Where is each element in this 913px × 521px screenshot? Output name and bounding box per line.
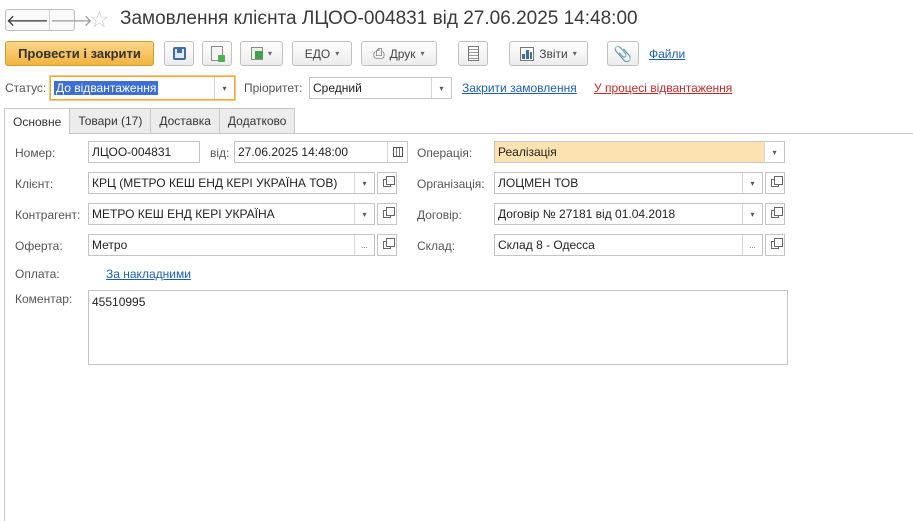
warehouse-value: Склад 8 - Одесса bbox=[498, 238, 595, 252]
create-based-on-button[interactable]: ▾ bbox=[240, 41, 283, 66]
select-ellipsis-button[interactable]: ... bbox=[742, 235, 762, 255]
chevron-down-icon[interactable]: ▾ bbox=[742, 173, 762, 193]
post-document-icon bbox=[211, 46, 225, 62]
tab-delivery[interactable]: Доставка bbox=[150, 108, 220, 133]
open-window-icon bbox=[771, 238, 783, 249]
in-shipping-status-link[interactable]: У процесі відвантаження bbox=[594, 81, 732, 95]
chevron-down-icon[interactable]: ▾ bbox=[764, 142, 784, 162]
back-arrow-icon[interactable]: 🡐 bbox=[6, 10, 49, 30]
offer-field[interactable]: Метро ... bbox=[88, 234, 375, 256]
contract-value: Договір № 27181 від 01.04.2018 bbox=[498, 207, 676, 221]
client-label: Клієнт: bbox=[15, 177, 54, 191]
report-icon bbox=[520, 46, 535, 61]
attach-files-button[interactable]: 📎 bbox=[607, 41, 639, 66]
favorite-star-icon[interactable]: ☆ bbox=[89, 6, 110, 32]
payment-label: Оплата: bbox=[15, 267, 60, 281]
open-window-icon bbox=[771, 176, 783, 187]
warehouse-label: Склад: bbox=[417, 239, 456, 253]
tab-bar: Основне Товари (17) Доставка Додатково bbox=[4, 108, 296, 134]
open-counterparty-button[interactable] bbox=[377, 203, 397, 225]
open-client-button[interactable] bbox=[377, 172, 397, 194]
chevron-down-icon: ▾ bbox=[420, 49, 425, 58]
priority-label: Пріоритет: bbox=[244, 81, 303, 95]
paperclip-icon: 📎 bbox=[613, 45, 633, 63]
files-link[interactable]: Файли bbox=[649, 47, 685, 61]
date-label: від: bbox=[210, 146, 230, 160]
tab-divider bbox=[4, 133, 913, 134]
history-nav: 🡐 🡒 bbox=[5, 9, 93, 31]
tab-main[interactable]: Основне bbox=[4, 108, 71, 134]
offer-label: Оферта: bbox=[15, 239, 63, 253]
organization-field[interactable]: ЛОЦМЕН ТОВ ▾ bbox=[494, 172, 763, 194]
date-field[interactable]: 27.06.2025 14:48:00 bbox=[234, 141, 408, 163]
status-select[interactable]: До відвантаження ▾ bbox=[50, 76, 235, 100]
chevron-down-icon[interactable]: ▾ bbox=[354, 173, 374, 193]
tab-additional[interactable]: Додатково bbox=[218, 108, 296, 133]
forward-arrow-icon[interactable]: 🡒 bbox=[48, 10, 93, 30]
contract-field[interactable]: Договір № 27181 від 01.04.2018 ▾ bbox=[494, 203, 763, 225]
document-list-icon bbox=[467, 46, 479, 61]
chevron-down-icon: ▾ bbox=[267, 49, 272, 58]
save-button[interactable] bbox=[164, 41, 194, 66]
number-value: ЛЦОО-004831 bbox=[92, 145, 172, 159]
calendar-icon[interactable] bbox=[387, 142, 407, 162]
print-menu-button[interactable]: ⎙ Друк ▾ bbox=[361, 41, 437, 66]
operation-label: Операція: bbox=[417, 146, 473, 160]
edo-menu-button[interactable]: ЕДО ▾ bbox=[292, 41, 352, 66]
save-icon bbox=[172, 47, 186, 60]
create-based-icon bbox=[250, 47, 263, 60]
open-window-icon bbox=[383, 238, 395, 249]
chevron-down-icon[interactable]: ▾ bbox=[431, 78, 451, 98]
client-field[interactable]: КРЦ (МЕТРО КЕШ ЕНД КЕРІ УКРАЇНА ТОВ) ▾ bbox=[88, 172, 375, 194]
open-organization-button[interactable] bbox=[765, 172, 785, 194]
operation-value: Реалізація bbox=[498, 145, 557, 159]
number-label: Номер: bbox=[15, 146, 56, 160]
status-value: До відвантаження bbox=[54, 81, 159, 95]
priority-value: Средний bbox=[313, 81, 362, 95]
select-ellipsis-button[interactable]: ... bbox=[354, 235, 374, 255]
chevron-down-icon[interactable]: ▾ bbox=[742, 204, 762, 224]
organization-label: Організація: bbox=[417, 177, 485, 191]
panel-border bbox=[4, 133, 5, 521]
payment-terms-link[interactable]: За накладними bbox=[106, 267, 191, 281]
post-and-close-button[interactable]: Провести і закрити bbox=[5, 41, 154, 66]
chevron-down-icon[interactable]: ▾ bbox=[214, 77, 234, 99]
post-and-close-label: Провести і закрити bbox=[18, 46, 141, 61]
printer-icon: ⎙ bbox=[373, 45, 385, 61]
page-title: Замовлення клієнта ЛЦОО-004831 від 27.06… bbox=[120, 8, 638, 29]
comment-label: Коментар: bbox=[15, 292, 73, 306]
open-window-icon bbox=[383, 176, 395, 187]
priority-select[interactable]: Средний ▾ bbox=[309, 77, 452, 99]
contract-label: Договір: bbox=[417, 208, 462, 222]
warehouse-field[interactable]: Склад 8 - Одесса ... bbox=[494, 234, 763, 256]
chevron-down-icon[interactable]: ▾ bbox=[354, 204, 374, 224]
counterparty-value: МЕТРО КЕШ ЕНД КЕРІ УКРАЇНА bbox=[92, 207, 275, 221]
reports-menu-button[interactable]: Звіти ▾ bbox=[509, 41, 588, 66]
organization-value: ЛОЦМЕН ТОВ bbox=[498, 176, 579, 190]
operation-select[interactable]: Реалізація ▾ bbox=[494, 141, 785, 163]
date-value: 27.06.2025 14:48:00 bbox=[238, 145, 349, 159]
chevron-down-icon: ▾ bbox=[572, 49, 577, 58]
counterparty-field[interactable]: МЕТРО КЕШ ЕНД КЕРІ УКРАЇНА ▾ bbox=[88, 203, 375, 225]
edo-label: ЕДО bbox=[304, 46, 331, 61]
client-value: КРЦ (МЕТРО КЕШ ЕНД КЕРІ УКРАЇНА ТОВ) bbox=[92, 176, 338, 190]
open-contract-button[interactable] bbox=[765, 203, 785, 225]
structure-button[interactable] bbox=[458, 41, 488, 66]
open-offer-button[interactable] bbox=[377, 234, 397, 256]
open-warehouse-button[interactable] bbox=[765, 234, 785, 256]
comment-textarea[interactable]: 45510995 bbox=[88, 290, 788, 365]
offer-value: Метро bbox=[92, 238, 128, 252]
open-window-icon bbox=[383, 207, 395, 218]
status-label: Статус: bbox=[5, 81, 47, 95]
post-button[interactable] bbox=[202, 41, 232, 66]
open-window-icon bbox=[771, 207, 783, 218]
tab-goods[interactable]: Товари (17) bbox=[69, 108, 152, 133]
close-order-link[interactable]: Закрити замовлення bbox=[462, 81, 577, 95]
counterparty-label: Контрагент: bbox=[15, 208, 81, 222]
chevron-down-icon: ▾ bbox=[335, 49, 340, 58]
print-label: Друк bbox=[389, 46, 416, 61]
reports-label: Звіти bbox=[539, 46, 568, 61]
number-field[interactable]: ЛЦОО-004831 bbox=[88, 141, 200, 163]
